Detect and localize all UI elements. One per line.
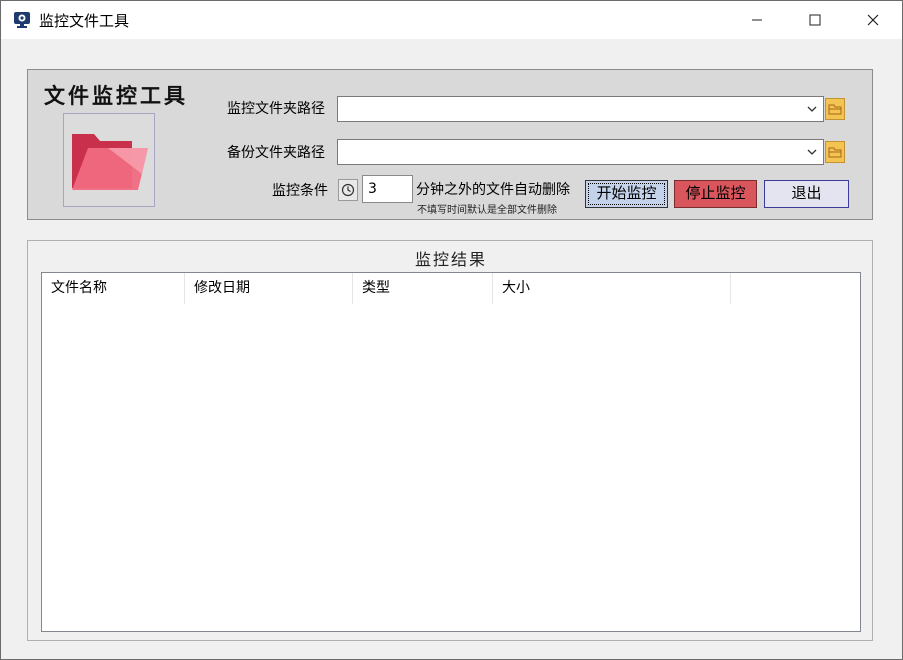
monitor-path-combo[interactable] — [337, 96, 824, 122]
folder-image-frame — [63, 113, 155, 207]
folder-icon — [72, 134, 148, 190]
results-group: 监控结果 文件名称 修改日期 类型 大小 — [27, 240, 873, 641]
folder-open-icon — [828, 104, 842, 115]
config-panel: 文件监控工具 监控文件夹路径 备份文件夹路径 监控条件 3 分钟之外的文件自动删… — [27, 69, 873, 220]
maximize-icon — [809, 14, 821, 26]
app-icon — [14, 12, 30, 28]
close-button[interactable] — [844, 1, 902, 39]
title-bar[interactable]: 监控文件工具 — [1, 1, 902, 39]
clock-icon — [341, 183, 355, 197]
stop-monitor-button[interactable]: 停止监控 — [674, 180, 757, 208]
minimize-button[interactable] — [728, 1, 786, 39]
exit-button[interactable]: 退出 — [764, 180, 849, 208]
start-monitor-button[interactable]: 开始监控 — [585, 180, 668, 208]
close-icon — [867, 14, 879, 26]
monitor-path-label: 监控文件夹路径 — [227, 101, 325, 117]
results-title: 监控结果 — [414, 250, 487, 269]
column-header-type[interactable]: 类型 — [353, 273, 493, 304]
backup-path-label: 备份文件夹路径 — [227, 145, 325, 161]
maximize-button[interactable] — [786, 1, 844, 39]
column-header-name[interactable]: 文件名称 — [42, 273, 185, 304]
chevron-down-icon[interactable] — [805, 143, 819, 161]
app-window: 监控文件工具 文件监控工具 监控文件夹路径 备份文件夹路径 监控条件 3 分钟之… — [0, 0, 903, 660]
chevron-down-icon[interactable] — [805, 100, 819, 118]
minimize-icon — [752, 19, 762, 21]
condition-label: 监控条件 — [272, 183, 328, 199]
backup-path-combo[interactable] — [337, 139, 824, 165]
window-title: 监控文件工具 — [39, 12, 130, 30]
folder-open-icon — [828, 147, 842, 158]
column-header-modified[interactable]: 修改日期 — [185, 273, 353, 304]
time-picker-button[interactable] — [338, 179, 358, 201]
browse-monitor-button[interactable] — [825, 98, 845, 120]
column-header-size[interactable]: 大小 — [493, 273, 731, 304]
brand-title: 文件监控工具 — [44, 83, 188, 108]
results-list[interactable]: 文件名称 修改日期 类型 大小 — [41, 272, 861, 632]
minutes-input[interactable]: 3 — [362, 175, 413, 203]
browse-backup-button[interactable] — [825, 141, 845, 163]
condition-suffix: 分钟之外的文件自动删除 — [416, 182, 570, 198]
condition-hint: 不填写时间默认是全部文件删除 — [417, 205, 557, 216]
